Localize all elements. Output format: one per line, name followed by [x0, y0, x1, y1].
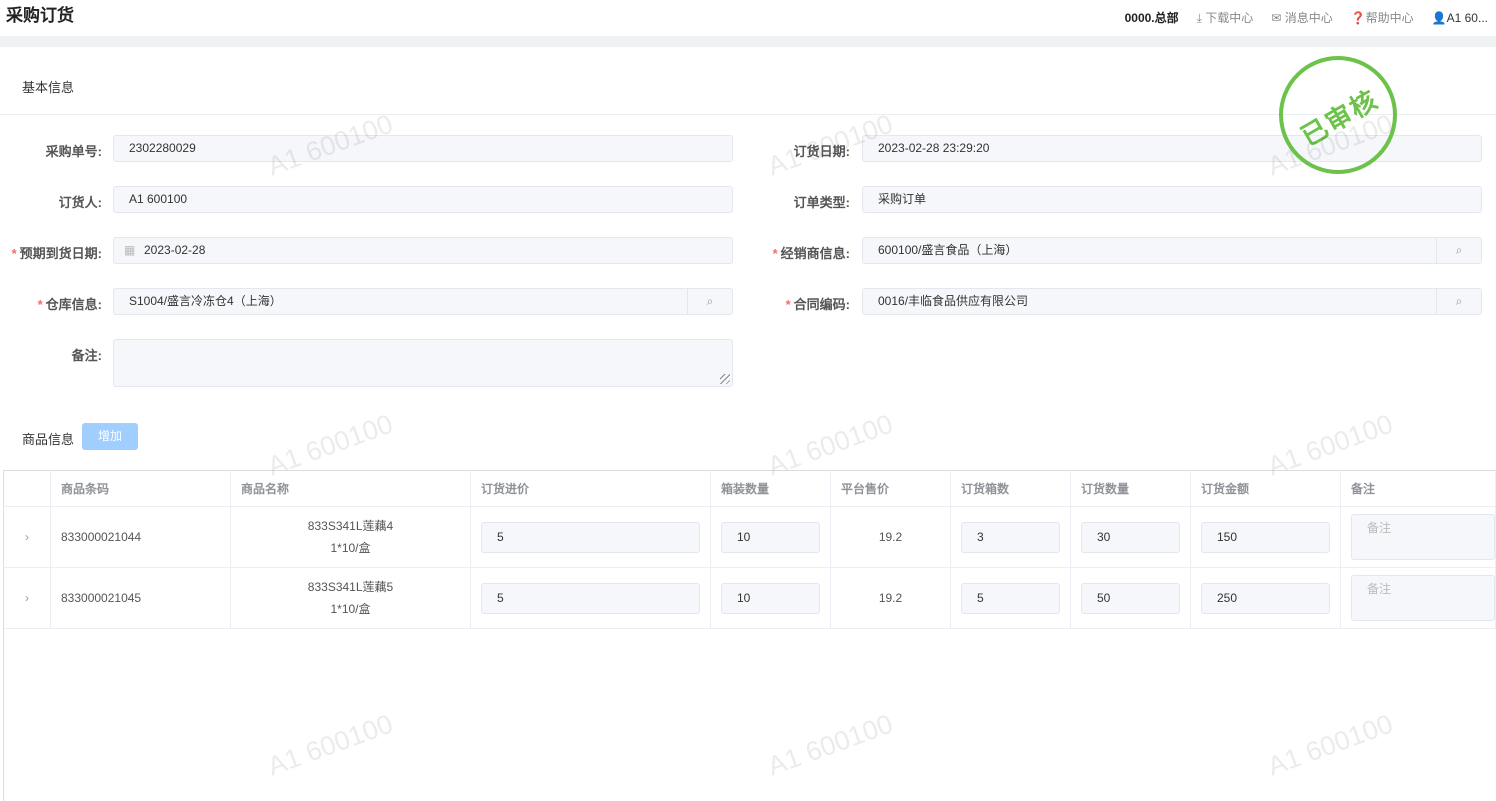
box-qty-input[interactable]: 10 [721, 582, 820, 614]
col-amount: 订货金额 [1190, 470, 1341, 507]
order-type-label: 订单类型: [793, 195, 850, 210]
search-icon[interactable]: ⌕ [1436, 238, 1481, 263]
search-icon[interactable]: ⌕ [687, 289, 732, 314]
dealer-field[interactable]: 600100/盛言食品（上海） ⌕ [862, 237, 1482, 264]
mail-icon: ✉ [1271, 11, 1285, 25]
page-title: 采购订货 [6, 6, 74, 25]
user-icon: 👤 [1431, 10, 1447, 25]
product-name: 833S341L莲藕5 [307, 580, 394, 594]
stamp-text: 已审核 [1295, 83, 1384, 152]
header-separator [0, 36, 1496, 47]
order-type-field[interactable]: 采购订单 [862, 186, 1482, 213]
approved-stamp: 已审核 [1279, 56, 1397, 174]
order-no-label: 采购单号: [45, 144, 102, 159]
expected-date-picker[interactable]: ▦ 2023-02-28 [113, 237, 733, 264]
contract-field[interactable]: 0016/丰临食品供应有限公司 ⌕ [862, 288, 1482, 315]
price-input[interactable]: 5 [481, 521, 700, 553]
basic-info-title: 基本信息 [22, 80, 75, 95]
name-cell: 833S341L莲藕4 1*10/盒 [230, 506, 471, 568]
contract-label: * 合同编码: [785, 297, 850, 312]
platform-price-cell: 19.2 [830, 567, 951, 629]
remark-input[interactable]: 备注 [1351, 514, 1495, 560]
user-label: A1 60... [1446, 10, 1488, 25]
qty-input[interactable]: 30 [1081, 521, 1180, 553]
table-header: 商品条码 商品名称 订货进价 箱装数量 平台售价 订货箱数 订货数量 订货金额 … [3, 470, 1496, 507]
expand-chevron-icon[interactable]: › [3, 567, 51, 629]
product-table: 商品条码 商品名称 订货进价 箱装数量 平台售价 订货箱数 订货数量 订货金额 … [3, 470, 1496, 629]
amount-input[interactable]: 250 [1201, 582, 1330, 614]
message-center-link[interactable]: ✉ 消息中心 [1271, 9, 1332, 26]
orderer-label: 订货人: [58, 195, 102, 210]
download-center-link[interactable]: ⤓ 下载中心 [1197, 9, 1254, 26]
dealer-value: 600100/盛言食品（上海） [878, 243, 1018, 257]
order-date-label: 订货日期: [793, 144, 850, 159]
boxes-input[interactable]: 5 [961, 582, 1060, 614]
table-row: › 833000021045 833S341L莲藕5 1*10/盒 5 10 19… [3, 567, 1496, 629]
contract-value: 0016/丰临食品供应有限公司 [878, 294, 1029, 308]
help-center-link[interactable]: ❓帮助中心 [1351, 9, 1414, 26]
table-row: › 833000021044 833S341L莲藕4 1*10/盒 5 10 19… [3, 506, 1496, 568]
qty-input[interactable]: 50 [1081, 582, 1180, 614]
expected-date-value: 2023-02-28 [144, 243, 206, 257]
price-input[interactable]: 5 [481, 582, 700, 614]
col-platform-price: 平台售价 [830, 470, 951, 507]
col-price: 订货进价 [470, 470, 711, 507]
product-info-title: 商品信息 [22, 432, 75, 447]
messages-label: 消息中心 [1284, 11, 1333, 25]
remark-label: 备注: [71, 348, 102, 363]
col-boxes: 订货箱数 [950, 470, 1071, 507]
top-bar: 采购订货 0000.总部 ⤓ 下载中心 ✉ 消息中心 ❓帮助中心 👤A1 60.… [0, 0, 1496, 36]
warehouse-field[interactable]: S1004/盛言冷冻仓4（上海） ⌕ [113, 288, 733, 315]
user-menu[interactable]: 👤A1 60... [1432, 11, 1488, 25]
col-name: 商品名称 [230, 470, 471, 507]
col-remark: 备注 [1340, 470, 1496, 507]
help-label: 帮助中心 [1365, 11, 1414, 25]
order-no-field[interactable]: 2302280029 [113, 135, 733, 162]
name-cell: 833S341L莲藕5 1*10/盒 [230, 567, 471, 629]
product-spec: 1*10/盒 [330, 602, 371, 616]
product-spec: 1*10/盒 [330, 541, 371, 555]
warehouse-label: * 仓库信息: [37, 297, 102, 312]
boxes-input[interactable]: 3 [961, 521, 1060, 553]
warehouse-value: S1004/盛言冷冻仓4（上海） [129, 294, 282, 308]
barcode-cell: 833000021045 [50, 567, 231, 629]
col-qty: 订货数量 [1070, 470, 1191, 507]
expected-date-label: * 预期到货日期: [11, 246, 102, 261]
search-icon[interactable]: ⌕ [1436, 289, 1481, 314]
download-icon: ⤓ [1196, 11, 1206, 25]
download-label: 下载中心 [1205, 11, 1254, 25]
orderer-field[interactable]: A1 600100 [113, 186, 733, 213]
barcode-cell: 833000021044 [50, 506, 231, 568]
divider [0, 114, 1496, 115]
calendar-icon: ▦ [124, 243, 136, 257]
remark-textarea[interactable] [113, 339, 733, 387]
dealer-label: * 经销商信息: [772, 246, 850, 261]
resize-handle[interactable] [720, 374, 730, 384]
col-barcode: 商品条码 [50, 470, 231, 507]
help-icon: ❓ [1350, 11, 1366, 25]
org-selector[interactable]: 0000.总部 [1125, 9, 1179, 26]
col-box-qty: 箱装数量 [710, 470, 831, 507]
box-qty-input[interactable]: 10 [721, 521, 820, 553]
table-empty-area [3, 628, 1496, 801]
add-button[interactable]: 增加 [82, 423, 138, 450]
expand-chevron-icon[interactable]: › [3, 506, 51, 568]
amount-input[interactable]: 150 [1201, 521, 1330, 553]
product-name: 833S341L莲藕4 [307, 519, 394, 533]
remark-input[interactable]: 备注 [1351, 575, 1495, 621]
platform-price-cell: 19.2 [830, 506, 951, 568]
